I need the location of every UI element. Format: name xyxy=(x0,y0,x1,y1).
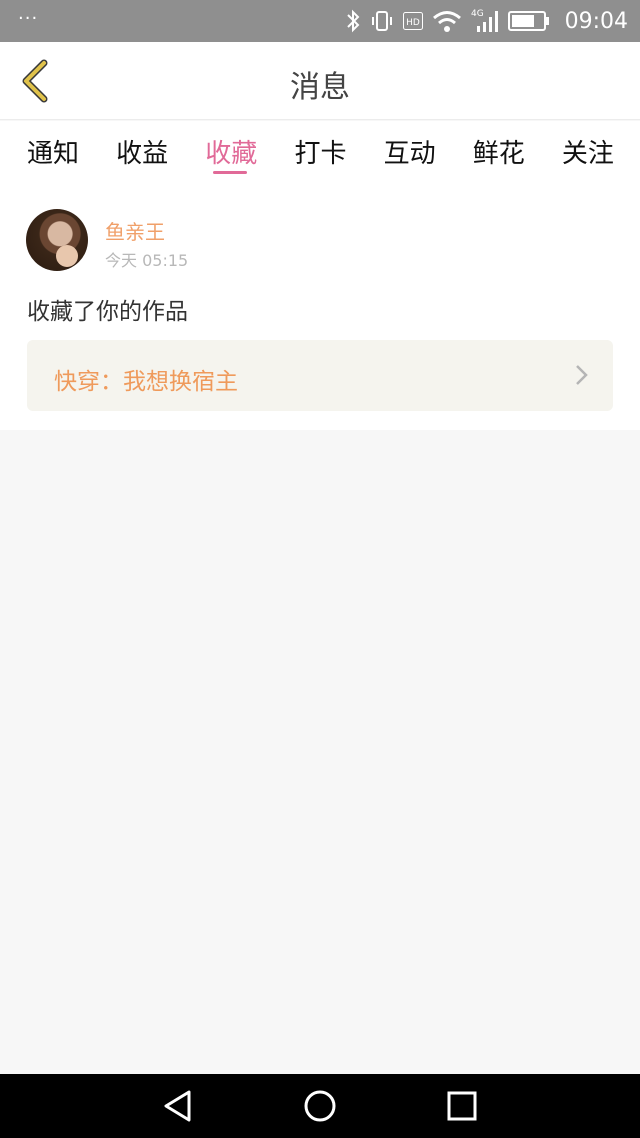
wifi-icon xyxy=(432,9,462,33)
work-title: 快穿：我想换宿主 xyxy=(54,369,238,395)
chevron-right-icon xyxy=(575,364,589,390)
svg-text:HD: HD xyxy=(406,18,420,28)
page-title: 消息 xyxy=(290,70,350,105)
bluetooth-icon xyxy=(345,9,361,33)
nav-recents-button[interactable] xyxy=(444,1088,480,1124)
hd-icon: HD xyxy=(402,12,423,30)
user-name[interactable]: 鱼亲王 xyxy=(105,216,165,245)
cellular-signal-icon: 4G xyxy=(471,7,499,35)
square-recents-icon xyxy=(447,1091,477,1121)
system-nav-bar xyxy=(0,1074,640,1138)
circle-home-icon xyxy=(304,1090,336,1122)
nav-home-button[interactable] xyxy=(302,1088,338,1124)
message-text: 收藏了你的作品 xyxy=(27,299,188,325)
tab-favorites[interactable]: 收藏 xyxy=(203,121,259,183)
battery-icon xyxy=(507,10,550,32)
tab-checkin[interactable]: 打卡 xyxy=(292,121,348,183)
tab-flowers[interactable]: 鲜花 xyxy=(471,121,527,183)
tab-earnings[interactable]: 收益 xyxy=(114,121,170,183)
work-link[interactable]: 快穿：我想换宿主 xyxy=(27,340,613,411)
tab-interactions[interactable]: 互动 xyxy=(382,121,438,183)
clock: 09:04 xyxy=(564,8,628,34)
status-bar: ··· HD 4G 09:04 xyxy=(0,0,640,42)
triangle-back-icon xyxy=(164,1090,191,1122)
notification-dots: ··· xyxy=(18,8,39,29)
svg-text:4G: 4G xyxy=(471,9,484,19)
avatar[interactable] xyxy=(26,209,88,271)
vibrate-icon xyxy=(370,9,394,33)
nav-back-button[interactable] xyxy=(160,1088,196,1124)
message-item: 鱼亲王 今天 05:15 收藏了你的作品 快穿：我想换宿主 xyxy=(0,183,640,430)
tab-notifications[interactable]: 通知 xyxy=(25,121,81,183)
top-bar: 消息 xyxy=(0,42,640,120)
tab-follows[interactable]: 关注 xyxy=(560,121,616,183)
tab-bar: 通知 收益 收藏 打卡 互动 鲜花 关注 xyxy=(0,121,640,183)
message-time: 今天 05:15 xyxy=(105,251,189,270)
